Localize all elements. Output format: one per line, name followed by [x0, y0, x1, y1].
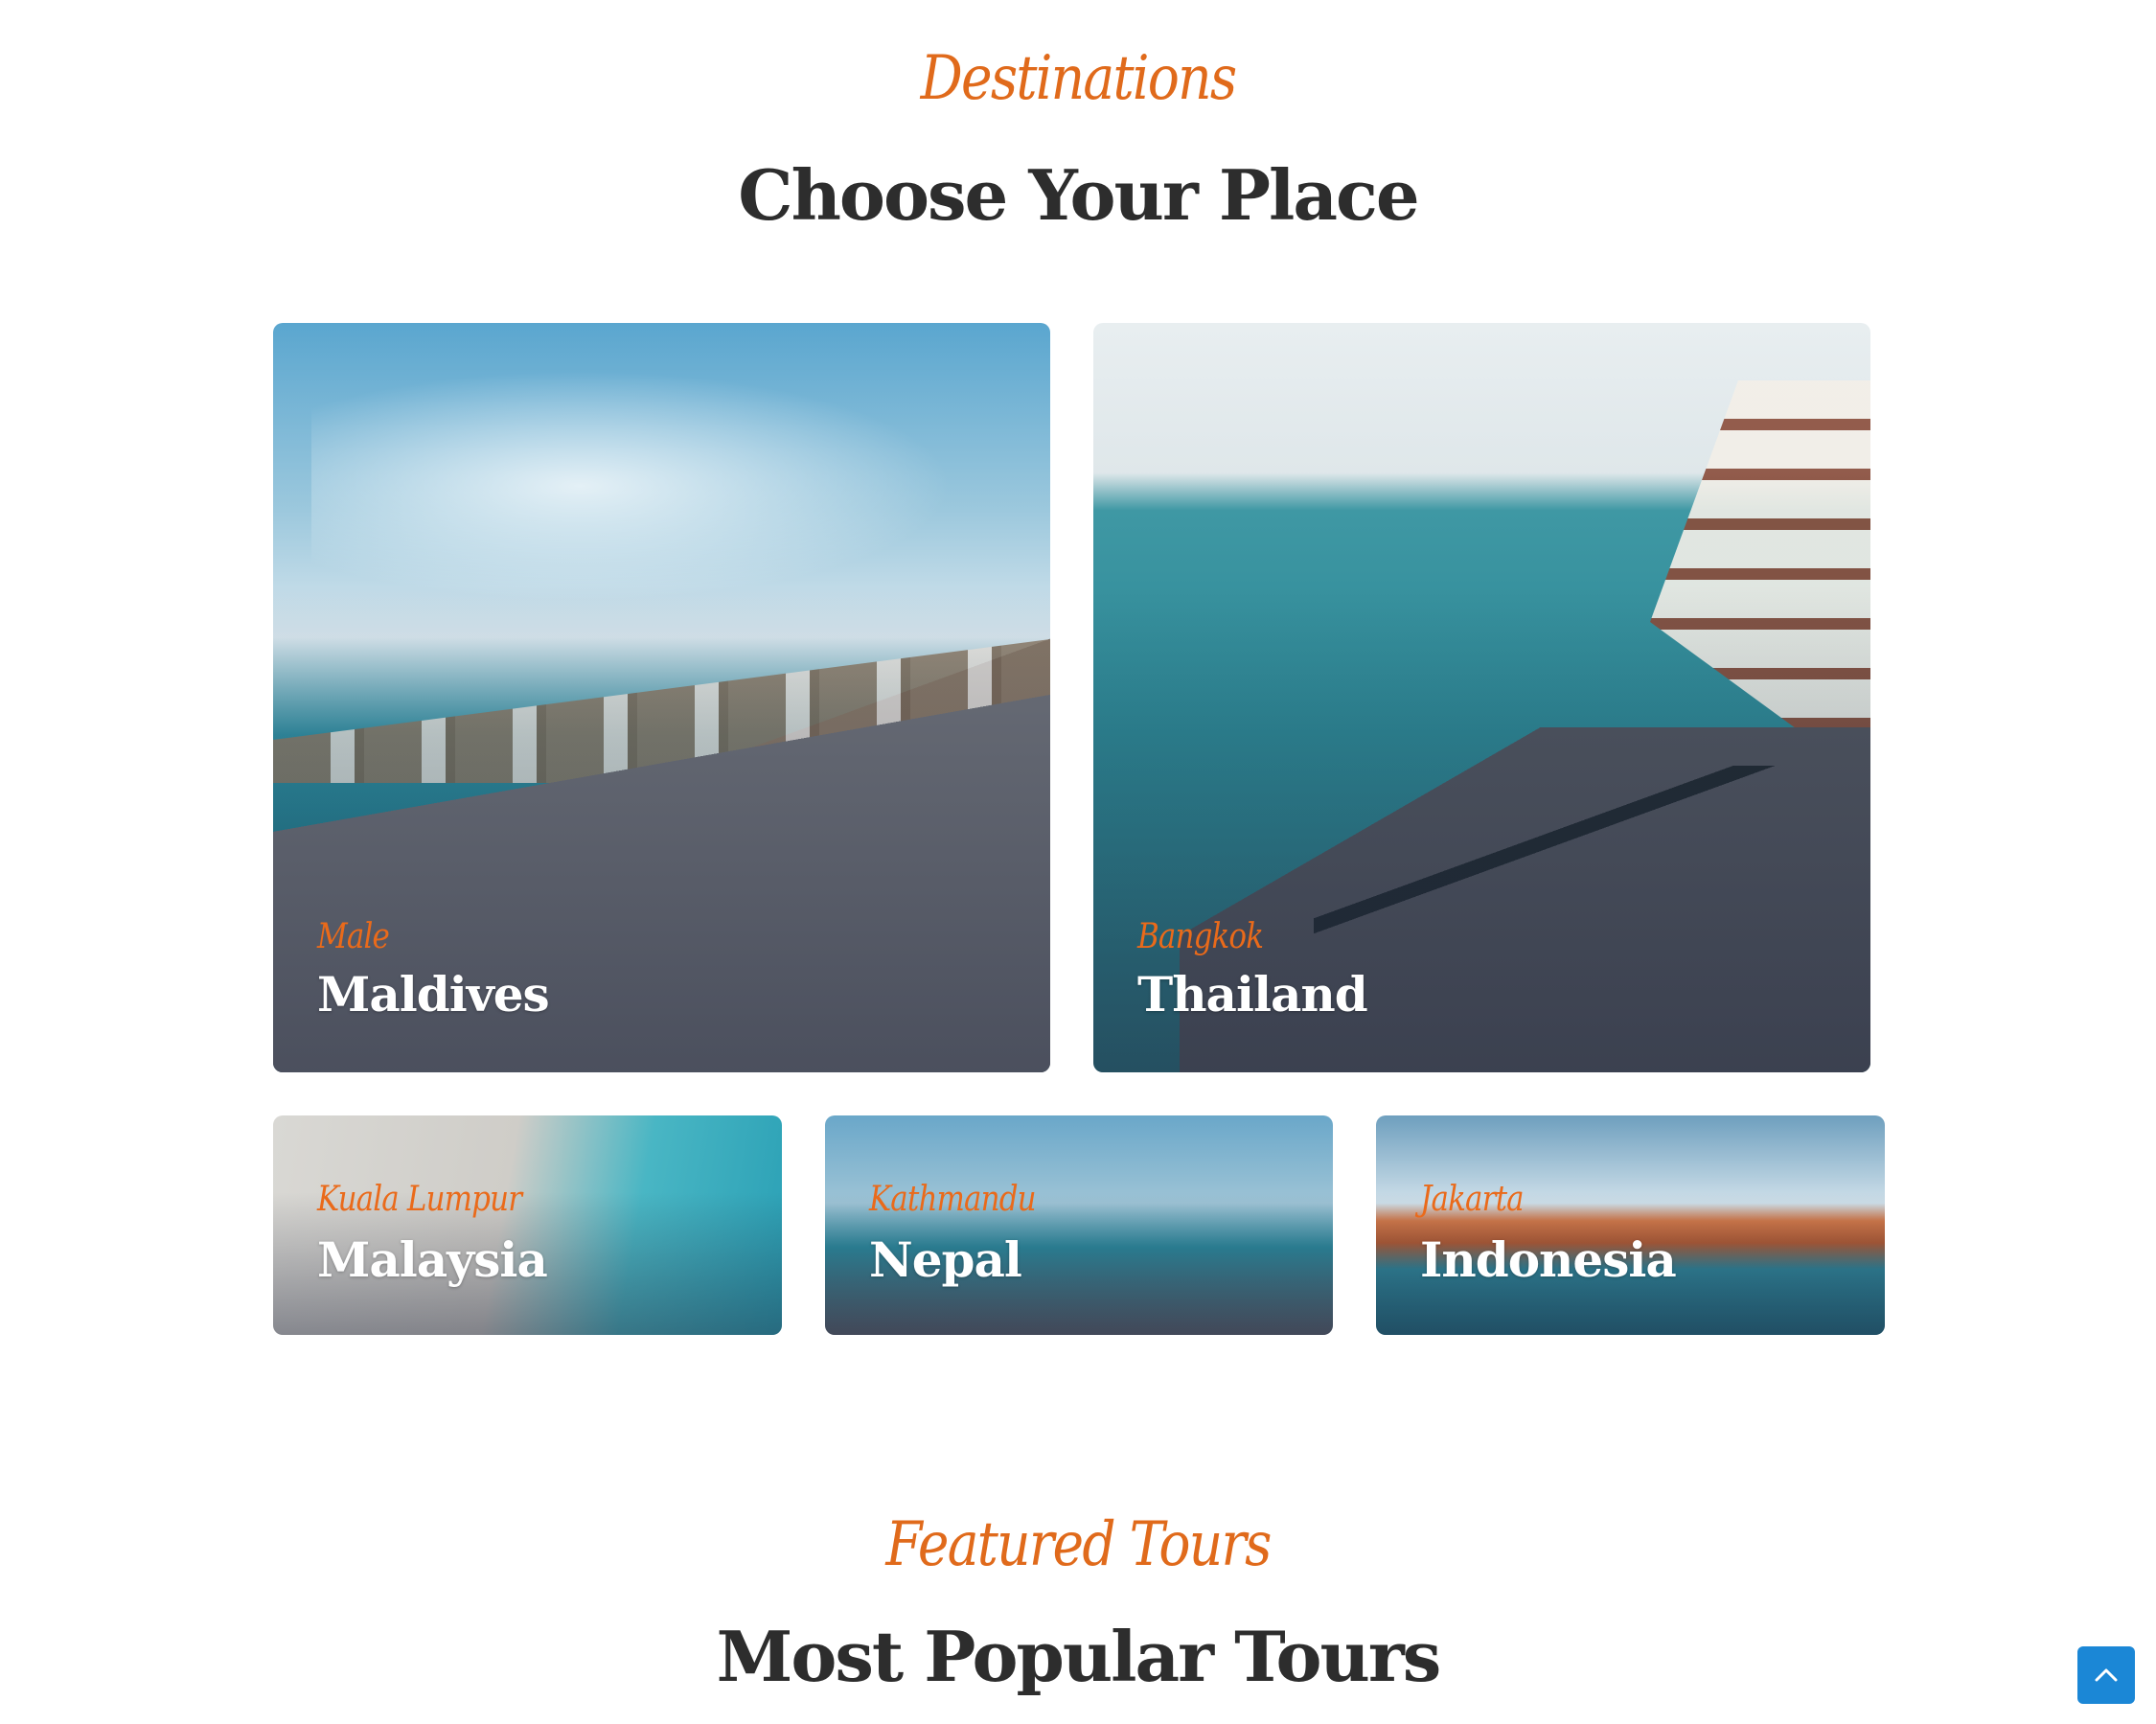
destination-city: Bangkok [1137, 917, 1264, 956]
destination-card-maldives[interactable]: Male Maldives [273, 323, 1050, 1072]
destination-country: Malaysia [317, 1231, 548, 1288]
destinations-title: Choose Your Place [738, 154, 1419, 236]
back-to-top-button[interactable] [2077, 1646, 2135, 1704]
destination-city: Male [317, 917, 390, 956]
destination-country: Nepal [869, 1231, 1022, 1288]
destination-card-thailand[interactable]: Bangkok Thailand [1093, 323, 1870, 1072]
destinations-kicker: Destinations [920, 43, 1238, 114]
tours-title: Most Popular Tours [716, 1616, 1442, 1697]
destination-city: Kathmandu [869, 1180, 1037, 1219]
destination-country: Maldives [317, 966, 550, 1023]
tours-kicker: Featured Tours [885, 1509, 1272, 1580]
destination-card-malaysia[interactable]: Kuala Lumpur Malaysia [273, 1115, 782, 1335]
destination-card-indonesia[interactable]: Jakarta Indonesia [1376, 1115, 1885, 1335]
destination-city: Kuala Lumpur [317, 1180, 522, 1219]
destination-country: Thailand [1137, 966, 1368, 1023]
destination-country: Indonesia [1420, 1231, 1677, 1288]
destination-card-nepal[interactable]: Kathmandu Nepal [825, 1115, 1333, 1335]
destination-city: Jakarta [1420, 1180, 1525, 1219]
chevron-up-icon [2094, 1667, 2119, 1683]
